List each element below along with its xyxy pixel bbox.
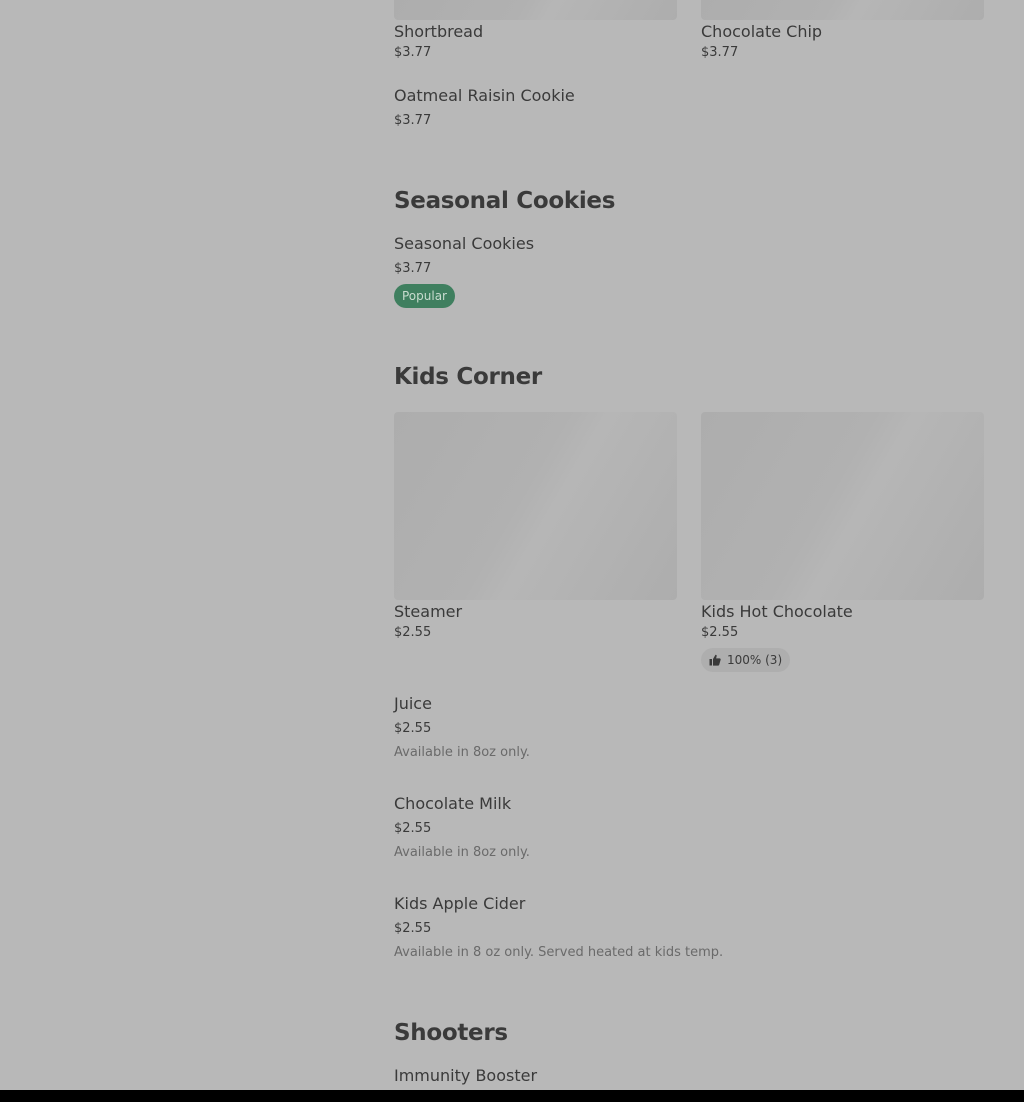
item-image-shortbread[interactable] <box>394 0 677 20</box>
item-description: Available in 8oz only. <box>394 845 530 860</box>
item-price: $2.55 <box>394 821 432 836</box>
menu-item-oatmeal-raisin-cookie[interactable]: Oatmeal Raisin Cookie $3.77 <box>394 86 677 132</box>
item-image-chocolate-chip[interactable] <box>701 0 984 20</box>
item-price: $3.77 <box>701 45 739 60</box>
item-price: $2.55 <box>701 625 739 640</box>
menu-item-shortbread[interactable]: Shortbread $3.77 <box>394 22 677 66</box>
item-price: $2.55 <box>394 721 432 736</box>
rating-pill: 100% (3) <box>701 648 791 672</box>
menu-item-kids-hot-chocolate[interactable]: Kids Hot Chocolate $2.55 100% (3) <box>701 602 984 674</box>
popular-badge: Popular <box>394 284 455 308</box>
menu-item-chocolate-chip[interactable]: Chocolate Chip $3.77 <box>701 22 984 66</box>
item-price: $2.55 <box>394 921 432 936</box>
menu-item-steamer[interactable]: Steamer $2.55 <box>394 602 677 646</box>
item-name: Steamer <box>394 602 463 621</box>
item-name: Chocolate Milk <box>394 794 512 813</box>
item-image-steamer[interactable] <box>394 412 677 600</box>
item-price: $3.77 <box>394 113 432 128</box>
item-price: $3.77 <box>394 261 432 276</box>
item-description: Available in 8oz only. <box>394 745 530 760</box>
item-price: $3.77 <box>394 45 432 60</box>
item-image-kids-hot-chocolate[interactable] <box>701 412 984 600</box>
bottom-bar <box>0 1090 1024 1102</box>
rating-text: 100% (3) <box>727 653 783 667</box>
item-name: Kids Apple Cider <box>394 894 526 913</box>
section-title-seasonal-cookies: Seasonal Cookies <box>394 188 616 214</box>
section-title-kids-corner: Kids Corner <box>394 364 542 390</box>
menu-item-immunity-booster[interactable]: Immunity Booster <box>394 1066 677 1090</box>
section-title-shooters: Shooters <box>394 1020 508 1046</box>
item-name: Oatmeal Raisin Cookie <box>394 86 575 105</box>
item-price: $2.55 <box>394 625 432 640</box>
item-name: Chocolate Chip <box>701 22 823 41</box>
item-name: Shortbread <box>394 22 484 41</box>
item-description: Available in 8 oz only. Served heated at… <box>394 945 724 960</box>
menu-item-kids-apple-cider[interactable]: Kids Apple Cider $2.55 Available in 8 oz… <box>394 894 984 966</box>
item-name: Juice <box>394 694 432 713</box>
item-name: Seasonal Cookies <box>394 234 535 253</box>
menu-item-chocolate-milk[interactable]: Chocolate Milk $2.55 Available in 8oz on… <box>394 794 984 866</box>
item-name: Kids Hot Chocolate <box>701 602 853 621</box>
item-name: Immunity Booster <box>394 1066 538 1085</box>
menu-item-seasonal-cookies[interactable]: Seasonal Cookies $3.77 Popular <box>394 234 677 310</box>
menu-item-juice[interactable]: Juice $2.55 Available in 8oz only. <box>394 694 984 766</box>
thumbs-up-icon <box>709 654 721 666</box>
